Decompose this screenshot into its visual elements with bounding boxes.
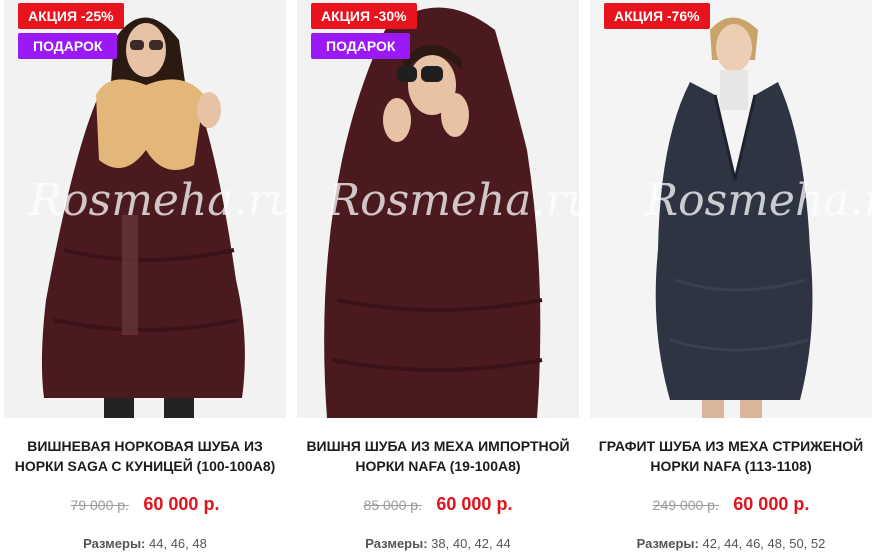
sizes-info: Размеры: 44, 46, 48	[4, 536, 286, 551]
old-price: 79 000 р.	[70, 497, 129, 513]
product-card[interactable]: Rosmeha.ru АКЦИЯ -30% ПОДАРОК ВИШНЯ ШУБА…	[297, 0, 579, 558]
sale-badge: АКЦИЯ -76%	[604, 3, 710, 29]
sizes-info: Размеры: 38, 40, 42, 44	[297, 536, 579, 551]
product-title[interactable]: ВИШНЯ ШУБА ИЗ МЕХА ИМПОРТНОЙ НОРКИ NAFA …	[297, 436, 579, 476]
product-card[interactable]: Rosmeha.ru АКЦИЯ -25% ПОДАРОК ВИШНЕВАЯ Н…	[4, 0, 286, 558]
new-price: 60 000 р.	[436, 494, 513, 514]
product-card[interactable]: Rosmeha.r АКЦИЯ -76% ГРАФИТ ШУБА ИЗ МЕХА…	[590, 0, 872, 558]
old-price: 85 000 р.	[363, 497, 422, 513]
sale-badge: АКЦИЯ -30%	[311, 3, 417, 29]
product-photo[interactable]: Rosmeha.r	[590, 0, 872, 418]
sizes-label: Размеры:	[636, 536, 699, 551]
product-image: Rosmeha.ru	[297, 0, 579, 418]
price-block: 85 000 р. 60 000 р.	[297, 494, 579, 515]
gift-badge: ПОДАРОК	[311, 33, 411, 59]
new-price: 60 000 р.	[733, 494, 810, 514]
sizes-values: 42, 44, 46, 48, 50, 52	[702, 536, 826, 551]
product-image: Rosmeha.r	[590, 0, 872, 418]
watermark: Rosmeha.r	[644, 175, 872, 226]
sizes-label: Размеры:	[365, 536, 428, 551]
sizes-info: Размеры: 42, 44, 46, 48, 50, 52	[590, 536, 872, 551]
price-block: 79 000 р. 60 000 р.	[4, 494, 286, 515]
sizes-values: 44, 46, 48	[149, 536, 207, 551]
gift-badge: ПОДАРОК	[18, 33, 118, 59]
product-photo[interactable]: Rosmeha.ru	[297, 0, 579, 418]
product-image: Rosmeha.ru	[4, 0, 286, 418]
price-block: 249 000 р. 60 000 р.	[590, 494, 872, 515]
product-photo[interactable]: Rosmeha.ru	[4, 0, 286, 418]
sizes-label: Размеры:	[83, 536, 146, 551]
watermark: Rosmeha.ru	[28, 175, 286, 226]
new-price: 60 000 р.	[143, 494, 220, 514]
old-price: 249 000 р.	[652, 497, 719, 513]
product-title[interactable]: ГРАФИТ ШУБА ИЗ МЕХА СТРИЖЕНОЙ НОРКИ NAFA…	[590, 436, 872, 476]
watermark: Rosmeha.ru	[326, 175, 579, 226]
sale-badge: АКЦИЯ -25%	[18, 3, 124, 29]
product-title[interactable]: ВИШНЕВАЯ НОРКОВАЯ ШУБА ИЗ НОРКИ SAGA С К…	[4, 436, 286, 476]
sizes-values: 38, 40, 42, 44	[431, 536, 511, 551]
product-grid: Rosmeha.ru АКЦИЯ -25% ПОДАРОК ВИШНЕВАЯ Н…	[0, 0, 884, 558]
